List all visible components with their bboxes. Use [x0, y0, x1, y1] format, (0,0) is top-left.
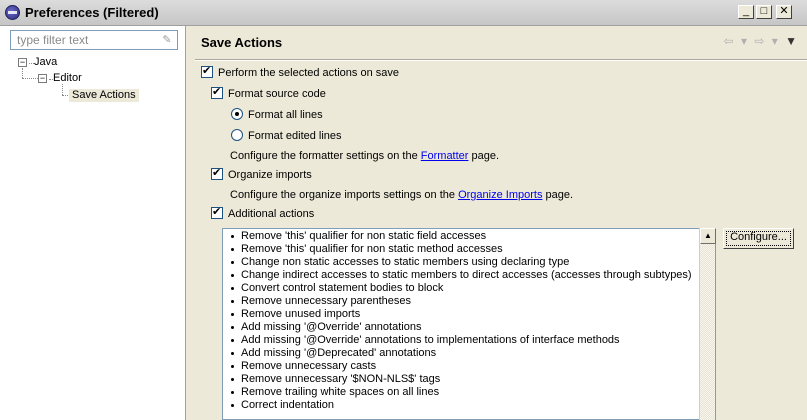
- forward-arrow-icon[interactable]: ⇨: [754, 34, 764, 48]
- list-item: Convert control statement bodies to bloc…: [223, 282, 715, 295]
- window-title: Preferences (Filtered): [25, 5, 159, 20]
- list-item: Add missing '@Override' annotations to i…: [223, 334, 715, 347]
- perform-on-save-option[interactable]: Perform the selected actions on save: [201, 64, 399, 79]
- list-item: Change non static accesses to static mem…: [223, 256, 715, 269]
- organize-imports-link[interactable]: Organize Imports: [458, 189, 542, 201]
- tree-item-java[interactable]: Java: [34, 56, 57, 69]
- list-item: Correct indentation: [223, 399, 715, 412]
- tree-connector: [22, 78, 38, 79]
- format-source-label: Format source code: [228, 88, 326, 100]
- format-all-lines-option[interactable]: Format all lines: [231, 108, 323, 121]
- additional-actions-items: Remove 'this' qualifier for non static f…: [223, 229, 715, 412]
- format-edited-lines-label: Format edited lines: [248, 130, 342, 142]
- organize-imports-option[interactable]: Organize imports: [211, 166, 312, 181]
- filter-field[interactable]: ✎: [10, 30, 178, 50]
- vertical-scrollbar[interactable]: ▲: [699, 228, 716, 420]
- perform-on-save-label: Perform the selected actions on save: [218, 67, 399, 79]
- organize-imports-hint: Configure the organize imports settings …: [230, 189, 573, 201]
- title-separator: [195, 59, 807, 61]
- list-item: Remove unused imports: [223, 308, 715, 321]
- chevron-down-icon[interactable]: ▾: [772, 34, 778, 48]
- list-item: Remove unnecessary casts: [223, 360, 715, 373]
- eraser-icon[interactable]: ✎: [161, 34, 173, 46]
- list-item: Add missing '@Override' annotations: [223, 321, 715, 334]
- organize-imports-label: Organize imports: [228, 169, 312, 181]
- formatter-link[interactable]: Formatter: [421, 150, 469, 162]
- format-edited-lines-radio[interactable]: [231, 129, 243, 141]
- title-bar: Preferences (Filtered) _ □ ✕: [0, 0, 807, 26]
- page-navigation: ⇦ ▾ ⇨ ▾ ▼: [720, 34, 797, 48]
- formatter-hint-suffix: page.: [468, 150, 500, 162]
- additional-actions-label: Additional actions: [228, 208, 315, 220]
- close-button[interactable]: ✕: [776, 5, 792, 19]
- minimize-button[interactable]: _: [738, 5, 754, 19]
- additional-actions-checkbox[interactable]: [211, 205, 223, 219]
- save-actions-page: Save Actions ⇦ ▾ ⇨ ▾ ▼ Perform the selec…: [187, 26, 807, 420]
- eclipse-icon: [5, 5, 20, 20]
- filter-input[interactable]: [15, 32, 155, 48]
- back-arrow-icon[interactable]: ⇦: [724, 34, 734, 48]
- list-item: Remove trailing white spaces on all line…: [223, 386, 715, 399]
- additional-actions-list[interactable]: Remove 'this' qualifier for non static f…: [222, 228, 716, 420]
- configure-button[interactable]: Configure...: [723, 228, 794, 249]
- format-source-option[interactable]: Format source code: [211, 85, 326, 100]
- page-title: Save Actions: [201, 35, 283, 50]
- list-item: Remove 'this' qualifier for non static m…: [223, 243, 715, 256]
- list-item: Change indirect accesses to static membe…: [223, 269, 715, 282]
- scroll-up-button[interactable]: ▲: [700, 228, 716, 244]
- collapse-java-icon[interactable]: −: [18, 58, 27, 67]
- preferences-tree-pane: ✎ − Java − Editor Save Actions: [0, 26, 186, 420]
- formatter-hint: Configure the formatter settings on the …: [230, 150, 499, 162]
- tree-connector: [22, 68, 23, 78]
- additional-actions-option[interactable]: Additional actions: [211, 205, 315, 220]
- formatter-hint-text: Configure the formatter settings on the: [230, 150, 421, 162]
- tree-connector: [62, 84, 63, 95]
- tree-item-save-actions[interactable]: Save Actions: [69, 89, 139, 102]
- list-item: Remove 'this' qualifier for non static f…: [223, 230, 715, 243]
- imports-hint-suffix: page.: [542, 189, 574, 201]
- collapse-editor-icon[interactable]: −: [38, 74, 47, 83]
- list-item: Remove unnecessary '$NON-NLS$' tags: [223, 373, 715, 386]
- format-all-lines-radio[interactable]: [231, 108, 243, 120]
- format-source-checkbox[interactable]: [211, 85, 223, 99]
- format-all-lines-label: Format all lines: [248, 109, 323, 121]
- tree-item-editor[interactable]: Editor: [53, 72, 82, 85]
- chevron-down-icon[interactable]: ▾: [741, 34, 747, 48]
- list-item: Remove unnecessary parentheses: [223, 295, 715, 308]
- imports-hint-text: Configure the organize imports settings …: [230, 189, 459, 201]
- organize-imports-checkbox[interactable]: [211, 166, 223, 180]
- format-edited-lines-option[interactable]: Format edited lines: [231, 129, 342, 142]
- view-menu-icon[interactable]: ▼: [785, 34, 797, 48]
- list-item: Add missing '@Deprecated' annotations: [223, 347, 715, 360]
- maximize-button[interactable]: □: [756, 5, 772, 19]
- perform-on-save-checkbox[interactable]: [201, 64, 213, 78]
